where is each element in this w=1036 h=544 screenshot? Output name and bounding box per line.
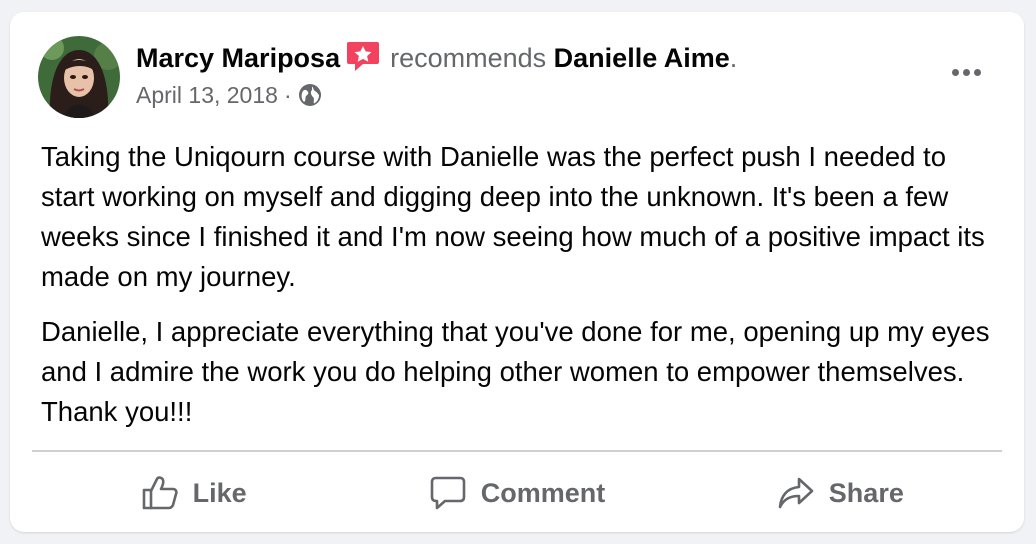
star-badge-icon xyxy=(347,42,380,71)
comment-bubble-icon xyxy=(430,476,466,510)
thumbs-up-icon xyxy=(142,476,178,510)
like-label: Like xyxy=(192,477,247,508)
author-avatar[interactable] xyxy=(38,36,120,118)
meta-separator: · xyxy=(283,82,292,108)
like-button[interactable]: Like xyxy=(32,458,355,528)
more-dot-icon xyxy=(951,68,959,76)
author-name[interactable]: Marcy Mariposa xyxy=(136,43,340,73)
post-actions-bar: Like Comment Share xyxy=(32,458,1002,528)
actions-divider xyxy=(32,450,1002,452)
recommends-label: recommends xyxy=(390,43,547,73)
share-button[interactable]: Share xyxy=(679,458,1002,528)
title-period: . xyxy=(729,43,738,73)
post-date[interactable]: April 13, 2018 xyxy=(136,81,278,109)
more-dot-icon xyxy=(973,68,981,76)
post-header-text: Marcy Mariposa recommends Danielle Aime.… xyxy=(136,40,916,109)
more-options-button[interactable] xyxy=(944,58,988,86)
share-label: Share xyxy=(828,477,904,508)
post-meta: April 13, 2018 · xyxy=(136,81,916,109)
post-paragraph: Danielle, I appreciate everything that y… xyxy=(41,316,990,427)
post-title-line: Marcy Mariposa recommends Danielle Aime. xyxy=(136,40,916,75)
post-body: Taking the Uniqourn course with Danielle… xyxy=(41,137,1001,447)
share-arrow-icon xyxy=(778,477,814,509)
post-header: Marcy Mariposa recommends Danielle Aime.… xyxy=(38,36,996,120)
post-paragraph: Taking the Uniqourn course with Danielle… xyxy=(41,141,985,292)
comment-button[interactable]: Comment xyxy=(355,458,678,528)
recommended-page-name[interactable]: Danielle Aime xyxy=(554,43,730,73)
recommendation-post-card: Marcy Mariposa recommends Danielle Aime.… xyxy=(10,12,1024,532)
more-dot-icon xyxy=(962,68,970,76)
globe-icon[interactable] xyxy=(298,83,322,107)
comment-label: Comment xyxy=(480,477,606,508)
